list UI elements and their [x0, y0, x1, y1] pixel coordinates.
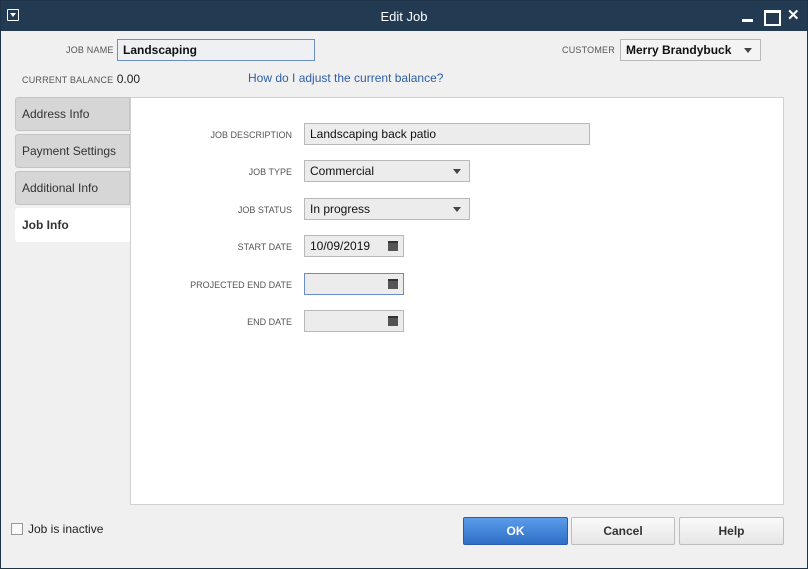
- job-status-label: JOB STATUS: [237, 205, 292, 215]
- projected-end-date-input[interactable]: [304, 273, 404, 295]
- end-date-input[interactable]: [304, 310, 404, 332]
- minimize-icon[interactable]: [741, 9, 755, 23]
- job-type-dropdown[interactable]: Commercial: [304, 160, 470, 182]
- edit-job-window: Edit Job ✕ JOB NAME Landscaping CUSTOMER…: [0, 0, 808, 569]
- window-title: Edit Job: [380, 9, 428, 24]
- adjust-balance-link[interactable]: How do I adjust the current balance?: [248, 71, 443, 85]
- calendar-icon[interactable]: [388, 279, 398, 289]
- job-description-input[interactable]: Landscaping back patio: [304, 123, 590, 145]
- job-name-input[interactable]: Landscaping: [117, 39, 315, 61]
- job-inactive-checkbox[interactable]: [11, 523, 23, 535]
- chevron-down-icon: [453, 169, 461, 174]
- start-date-label: START DATE: [237, 242, 292, 252]
- tab-payment-settings[interactable]: Payment Settings: [15, 134, 130, 168]
- chevron-down-icon: [744, 48, 752, 53]
- start-date-value: 10/09/2019: [310, 239, 371, 253]
- tab-additional-info[interactable]: Additional Info: [15, 171, 130, 205]
- titlebar: Edit Job ✕: [1, 1, 807, 31]
- job-status-value: In progress: [310, 202, 371, 216]
- chevron-down-icon: [453, 207, 461, 212]
- calendar-icon[interactable]: [388, 241, 398, 251]
- end-date-label: END DATE: [247, 317, 292, 327]
- customer-label: CUSTOMER: [562, 45, 615, 55]
- tab-job-info[interactable]: Job Info: [15, 208, 131, 242]
- current-balance-value: 0.00: [116, 72, 141, 86]
- calendar-icon[interactable]: [388, 316, 398, 326]
- ok-button[interactable]: OK: [463, 517, 568, 545]
- job-name-label: JOB NAME: [66, 45, 114, 55]
- job-status-dropdown[interactable]: In progress: [304, 198, 470, 220]
- job-type-value: Commercial: [310, 164, 375, 178]
- customer-value: Merry Brandybuck: [626, 43, 732, 57]
- help-button[interactable]: Help: [679, 517, 784, 545]
- tab-address-info[interactable]: Address Info: [15, 97, 130, 131]
- job-description-label: JOB DESCRIPTION: [210, 130, 292, 140]
- job-inactive-label: Job is inactive: [28, 522, 104, 536]
- current-balance-label: CURRENT BALANCE: [22, 75, 114, 85]
- job-info-panel: JOB DESCRIPTION Landscaping back patio J…: [130, 97, 784, 505]
- close-icon[interactable]: ✕: [787, 8, 801, 23]
- start-date-input[interactable]: 10/09/2019: [304, 235, 404, 257]
- job-type-label: JOB TYPE: [248, 167, 292, 177]
- current-balance: CURRENT BALANCE 0.00: [22, 72, 140, 86]
- cancel-button[interactable]: Cancel: [571, 517, 675, 545]
- customer-dropdown[interactable]: Merry Brandybuck: [620, 39, 761, 61]
- maximize-icon[interactable]: [764, 9, 781, 26]
- projected-end-date-label: PROJECTED END DATE: [190, 280, 292, 290]
